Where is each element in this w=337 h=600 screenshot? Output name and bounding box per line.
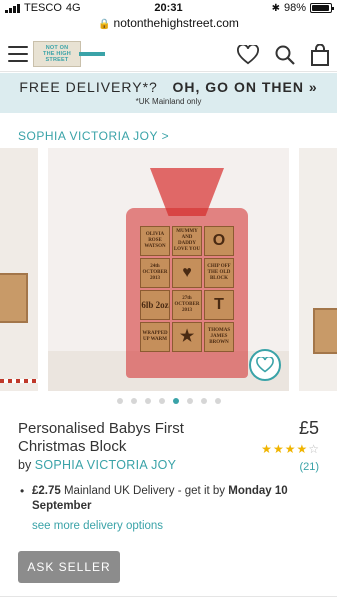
image-block: CHIP OFF THE OLD BLOCK (204, 258, 234, 288)
image-block: 27th OCTOBER 2013 (172, 290, 202, 320)
wishlist-heart-icon[interactable] (249, 349, 281, 381)
wooden-blocks: OLIVIA ROSE WATSON MUMMY AND DADDY LOVE Y… (140, 226, 234, 352)
banner-left-text: FREE DELIVERY*? (19, 79, 158, 95)
star-icon: ★ (284, 442, 296, 456)
carousel-dot[interactable] (116, 398, 123, 404)
delivery-info: • £2.75 Mainland UK Delivery - get it by… (20, 484, 320, 514)
seller-line: by SOPHIA VICTORIA JOY (18, 458, 177, 472)
delivery-text: Mainland UK Delivery - get it by (60, 485, 229, 497)
next-image-peek[interactable] (299, 148, 337, 391)
image-block: MUMMY AND DADDY LOVE YOU (172, 226, 202, 256)
product-image[interactable]: OLIVIA ROSE WATSON MUMMY AND DADDY LOVE Y… (48, 148, 289, 391)
carousel-dot[interactable] (130, 398, 137, 404)
rating-stars[interactable]: ★ ★ ★ ★ ☆ (261, 443, 319, 455)
image-block: WRAPPED UP WARM (140, 322, 170, 352)
image-block: 24th OCTOBER 2013 (140, 258, 170, 288)
product-image-carousel[interactable]: OLIVIA ROSE WATSON MUMMY AND DADDY LOVE Y… (0, 148, 337, 391)
star-icon: ★ (261, 442, 272, 456)
site-logo[interactable]: NOT ON THE HIGH STREET (33, 41, 105, 67)
star-icon: ★ (296, 442, 308, 456)
lock-icon: 🔒 (98, 19, 111, 30)
battery-percent: 98% (283, 2, 306, 14)
bag-icon[interactable] (311, 44, 329, 66)
star-icon: ☆ (308, 442, 319, 456)
battery-icon (310, 3, 334, 13)
seller-link[interactable]: SOPHIA VICTORIA JOY (35, 458, 177, 472)
breadcrumb-seller[interactable]: SOPHIA VICTORIA JOY > (18, 129, 169, 143)
image-block: THOMAS JAMES BROWN (204, 322, 234, 352)
carousel-pagination (0, 398, 337, 406)
menu-icon[interactable] (8, 46, 28, 62)
more-delivery-options-link[interactable]: see more delivery options (32, 520, 163, 532)
product-title: Personalised Babys First Christmas Block (18, 420, 184, 455)
image-block: 6lb 2oz (140, 290, 170, 320)
carousel-dot[interactable] (172, 398, 179, 404)
image-block: T (204, 290, 234, 320)
image-block: ♥ (172, 258, 202, 288)
free-delivery-banner[interactable]: FREE DELIVERY*? OH, GO ON THEN » *UK Mai… (0, 73, 337, 113)
url-text: notonthehighstreet.com (113, 16, 239, 30)
delivery-price: £2.75 (32, 485, 61, 497)
ask-seller-button[interactable]: ASK SELLER (18, 551, 120, 583)
star-icon: ★ (272, 442, 284, 456)
url-bar[interactable]: 🔒 notonthehighstreet.com (0, 16, 337, 34)
previous-image-peek[interactable] (0, 148, 38, 391)
site-header: NOT ON THE HIGH STREET (0, 36, 337, 72)
review-count[interactable]: (21) (299, 461, 319, 473)
carousel-dot[interactable] (214, 398, 221, 404)
carousel-dot[interactable] (186, 398, 193, 404)
carousel-dot[interactable] (158, 398, 165, 404)
bullet-icon: • (20, 484, 25, 498)
carousel-dot[interactable] (144, 398, 151, 404)
status-bar: TESCO 4G 20:31 ✱ 98% (0, 0, 337, 16)
image-block: O (204, 226, 234, 256)
heart-icon[interactable] (237, 45, 259, 65)
organza-gift-bag: OLIVIA ROSE WATSON MUMMY AND DADDY LOVE Y… (120, 168, 250, 378)
carousel-dot[interactable] (200, 398, 207, 404)
product-price: £5 (298, 418, 319, 438)
search-icon[interactable] (275, 45, 295, 65)
image-block: OLIVIA ROSE WATSON (140, 226, 170, 256)
divider (0, 596, 337, 597)
banner-right-text: OH, GO ON THEN » (172, 79, 318, 95)
bluetooth-icon: ✱ (271, 2, 280, 14)
banner-note: *UK Mainland only (135, 97, 202, 106)
image-block: ★ (172, 322, 202, 352)
